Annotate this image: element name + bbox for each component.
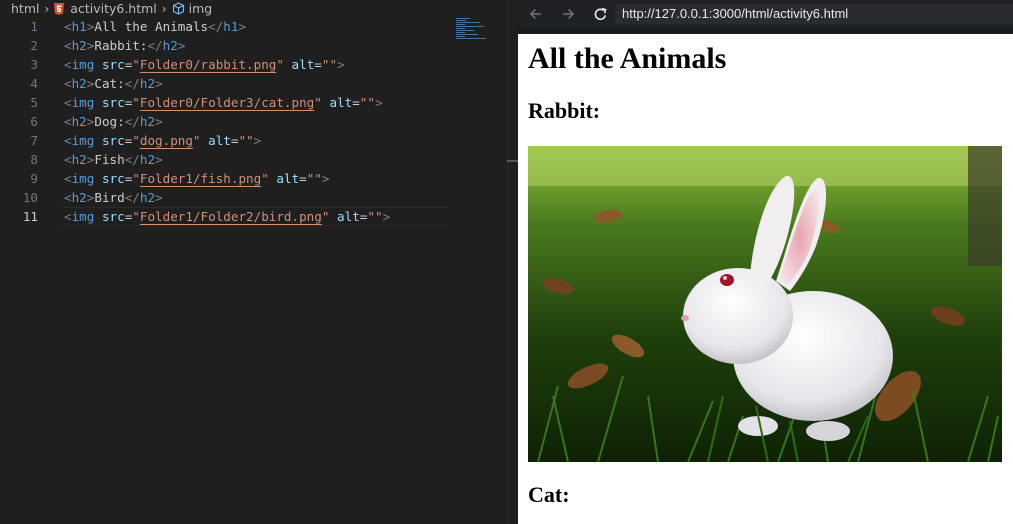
code-line[interactable]: 4 <h2>Cat:</h2>: [0, 74, 507, 93]
code-line[interactable]: 2 <h2>Rabbit:</h2>: [0, 36, 507, 55]
code-text[interactable]: <img src="Folder1/fish.png" alt="">: [64, 169, 330, 188]
code-text[interactable]: <h2>Rabbit:</h2>: [64, 36, 185, 55]
reload-icon[interactable]: [590, 4, 610, 24]
rabbit-photo: [528, 146, 1002, 462]
browser-toolbar: http://127.0.0.1:3000/html/activity6.htm…: [518, 0, 1013, 28]
breadcrumb-folder[interactable]: html: [11, 1, 39, 16]
breadcrumb: html › activity6.html › img: [0, 0, 518, 17]
code-text[interactable]: <h2>Dog:</h2>: [64, 112, 163, 131]
code-text[interactable]: <h1>All the Animals</h1>: [64, 17, 246, 36]
line-number: 8: [30, 152, 38, 167]
rabbit-heading: Rabbit:: [528, 98, 601, 123]
scrollbar-marker: [507, 160, 518, 162]
code-line[interactable]: 10 <h2>Bird</h2>: [0, 188, 507, 207]
browser-window: http://127.0.0.1:3000/html/activity6.htm…: [518, 0, 1013, 524]
breadcrumb-file[interactable]: activity6.html: [70, 1, 156, 16]
code-line[interactable]: 5 <img src="Folder0/Folder3/cat.png" alt=…: [0, 93, 507, 112]
cube-symbol-icon: [172, 2, 184, 15]
line-number: 10: [22, 190, 38, 205]
web-page: All the Animals Rabbit: Cat:: [518, 34, 1013, 524]
code-text[interactable]: <h2>Fish</h2>: [64, 150, 163, 169]
code-editor[interactable]: html › activity6.html › img 1 <h1>All the…: [0, 0, 518, 524]
breadcrumb-symbol[interactable]: img: [189, 1, 213, 16]
back-arrow-icon[interactable]: [526, 4, 546, 24]
line-number: 5: [30, 95, 38, 110]
code-text[interactable]: <h2>Bird</h2>: [64, 188, 163, 207]
address-bar[interactable]: http://127.0.0.1:3000/html/activity6.htm…: [615, 4, 1013, 24]
code-line[interactable]: 9 <img src="Folder1/fish.png" alt="">: [0, 169, 507, 188]
line-number: 1: [30, 19, 38, 34]
line-number: 9: [30, 171, 38, 186]
code-area[interactable]: 1 <h1>All the Animals</h1> 2 <h2>Rabbit:</h…: [0, 17, 507, 524]
code-text[interactable]: <h2>Cat:</h2>: [64, 74, 163, 93]
code-line[interactable]: 11 <img src="Folder1/Folder2/bird.png" al…: [0, 207, 507, 226]
chevron-right-icon: ›: [44, 1, 50, 16]
html5-file-icon: [54, 2, 65, 15]
line-number: 11: [22, 209, 38, 224]
code-text[interactable]: <img src="Folder0/rabbit.png" alt="">: [64, 55, 345, 74]
code-line[interactable]: 1 <h1>All the Animals</h1>: [0, 17, 507, 36]
line-number: 6: [30, 114, 38, 129]
code-line[interactable]: 3 <img src="Folder0/rabbit.png" alt="">: [0, 55, 507, 74]
code-line[interactable]: 8 <h2>Fish</h2>: [0, 150, 507, 169]
page-heading: All the Animals: [528, 42, 727, 75]
cat-heading: Cat:: [528, 482, 570, 507]
code-text[interactable]: <img src="Folder1/Folder2/bird.png" alt=…: [64, 207, 390, 226]
code-text[interactable]: <img src="dog.png" alt="">: [64, 131, 261, 150]
code-line[interactable]: 7 <img src="dog.png" alt="">: [0, 131, 507, 150]
line-number: 3: [30, 57, 38, 72]
line-number: 4: [30, 76, 38, 91]
code-line[interactable]: 6 <h2>Dog:</h2>: [0, 112, 507, 131]
line-number: 2: [30, 38, 38, 53]
minimap[interactable]: [456, 17, 496, 39]
line-number: 7: [30, 133, 38, 148]
chevron-right-icon: ›: [161, 1, 167, 16]
editor-scrollbar[interactable]: [507, 0, 518, 524]
code-text[interactable]: <img src="Folder0/Folder3/cat.png" alt="…: [64, 93, 383, 112]
forward-arrow-icon[interactable]: [558, 4, 578, 24]
